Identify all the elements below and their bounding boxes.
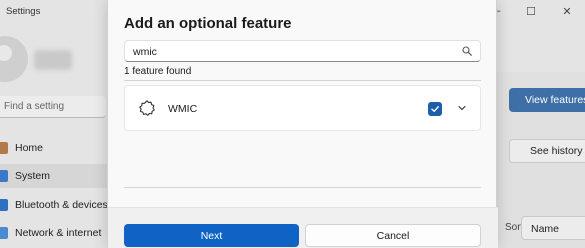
next-button[interactable]: Next <box>124 224 299 247</box>
feature-search-box[interactable] <box>124 40 481 62</box>
sidebar-item-system[interactable]: System <box>0 164 108 188</box>
home-icon <box>0 142 8 154</box>
system-icon <box>0 170 8 182</box>
network-icon <box>0 227 8 239</box>
avatar <box>0 36 28 82</box>
feature-checkbox[interactable] <box>428 102 442 116</box>
maximize-button[interactable]: ☐ <box>513 0 549 22</box>
sidebar-item-home[interactable]: Home <box>0 136 108 160</box>
feature-search-input[interactable] <box>133 44 453 59</box>
expand-button[interactable] <box>455 101 469 115</box>
sidebar-item-label: Network & internet <box>15 227 102 239</box>
close-button[interactable]: ✕ <box>549 0 585 22</box>
chevron-down-icon <box>458 105 466 111</box>
window-title: Settings <box>6 6 41 17</box>
bluetooth-icon <box>0 199 8 211</box>
sidebar-item-label: Bluetooth & devices <box>15 199 108 211</box>
sidebar-item-label: System <box>15 170 51 182</box>
gear-puzzle-icon <box>139 100 155 116</box>
dialog-footer: Next Cancel <box>108 207 498 248</box>
sidebar-item-bluetooth[interactable]: Bluetooth & devices <box>0 193 108 217</box>
divider <box>124 187 481 188</box>
search-icon <box>462 46 472 56</box>
divider <box>124 80 481 81</box>
feature-name: WMIC <box>168 103 198 115</box>
cancel-button[interactable]: Cancel <box>305 224 481 247</box>
sidebar-item-network[interactable]: Network & internet <box>0 221 108 245</box>
dialog-title: Add an optional feature <box>124 15 292 32</box>
view-features-button[interactable]: View features <box>509 88 585 112</box>
add-optional-feature-dialog: Add an optional feature 1 feature found … <box>107 0 498 248</box>
sidebar-item-label: Home <box>15 142 44 154</box>
checkmark-icon <box>431 106 439 113</box>
user-name-blurred <box>34 50 72 70</box>
see-history-button[interactable]: See history <box>509 139 585 163</box>
feature-item[interactable]: WMIC <box>124 85 481 131</box>
results-count: 1 feature found <box>124 66 192 77</box>
sort-select[interactable]: Name <box>521 216 585 240</box>
settings-search-input[interactable]: Find a setting <box>0 96 106 118</box>
